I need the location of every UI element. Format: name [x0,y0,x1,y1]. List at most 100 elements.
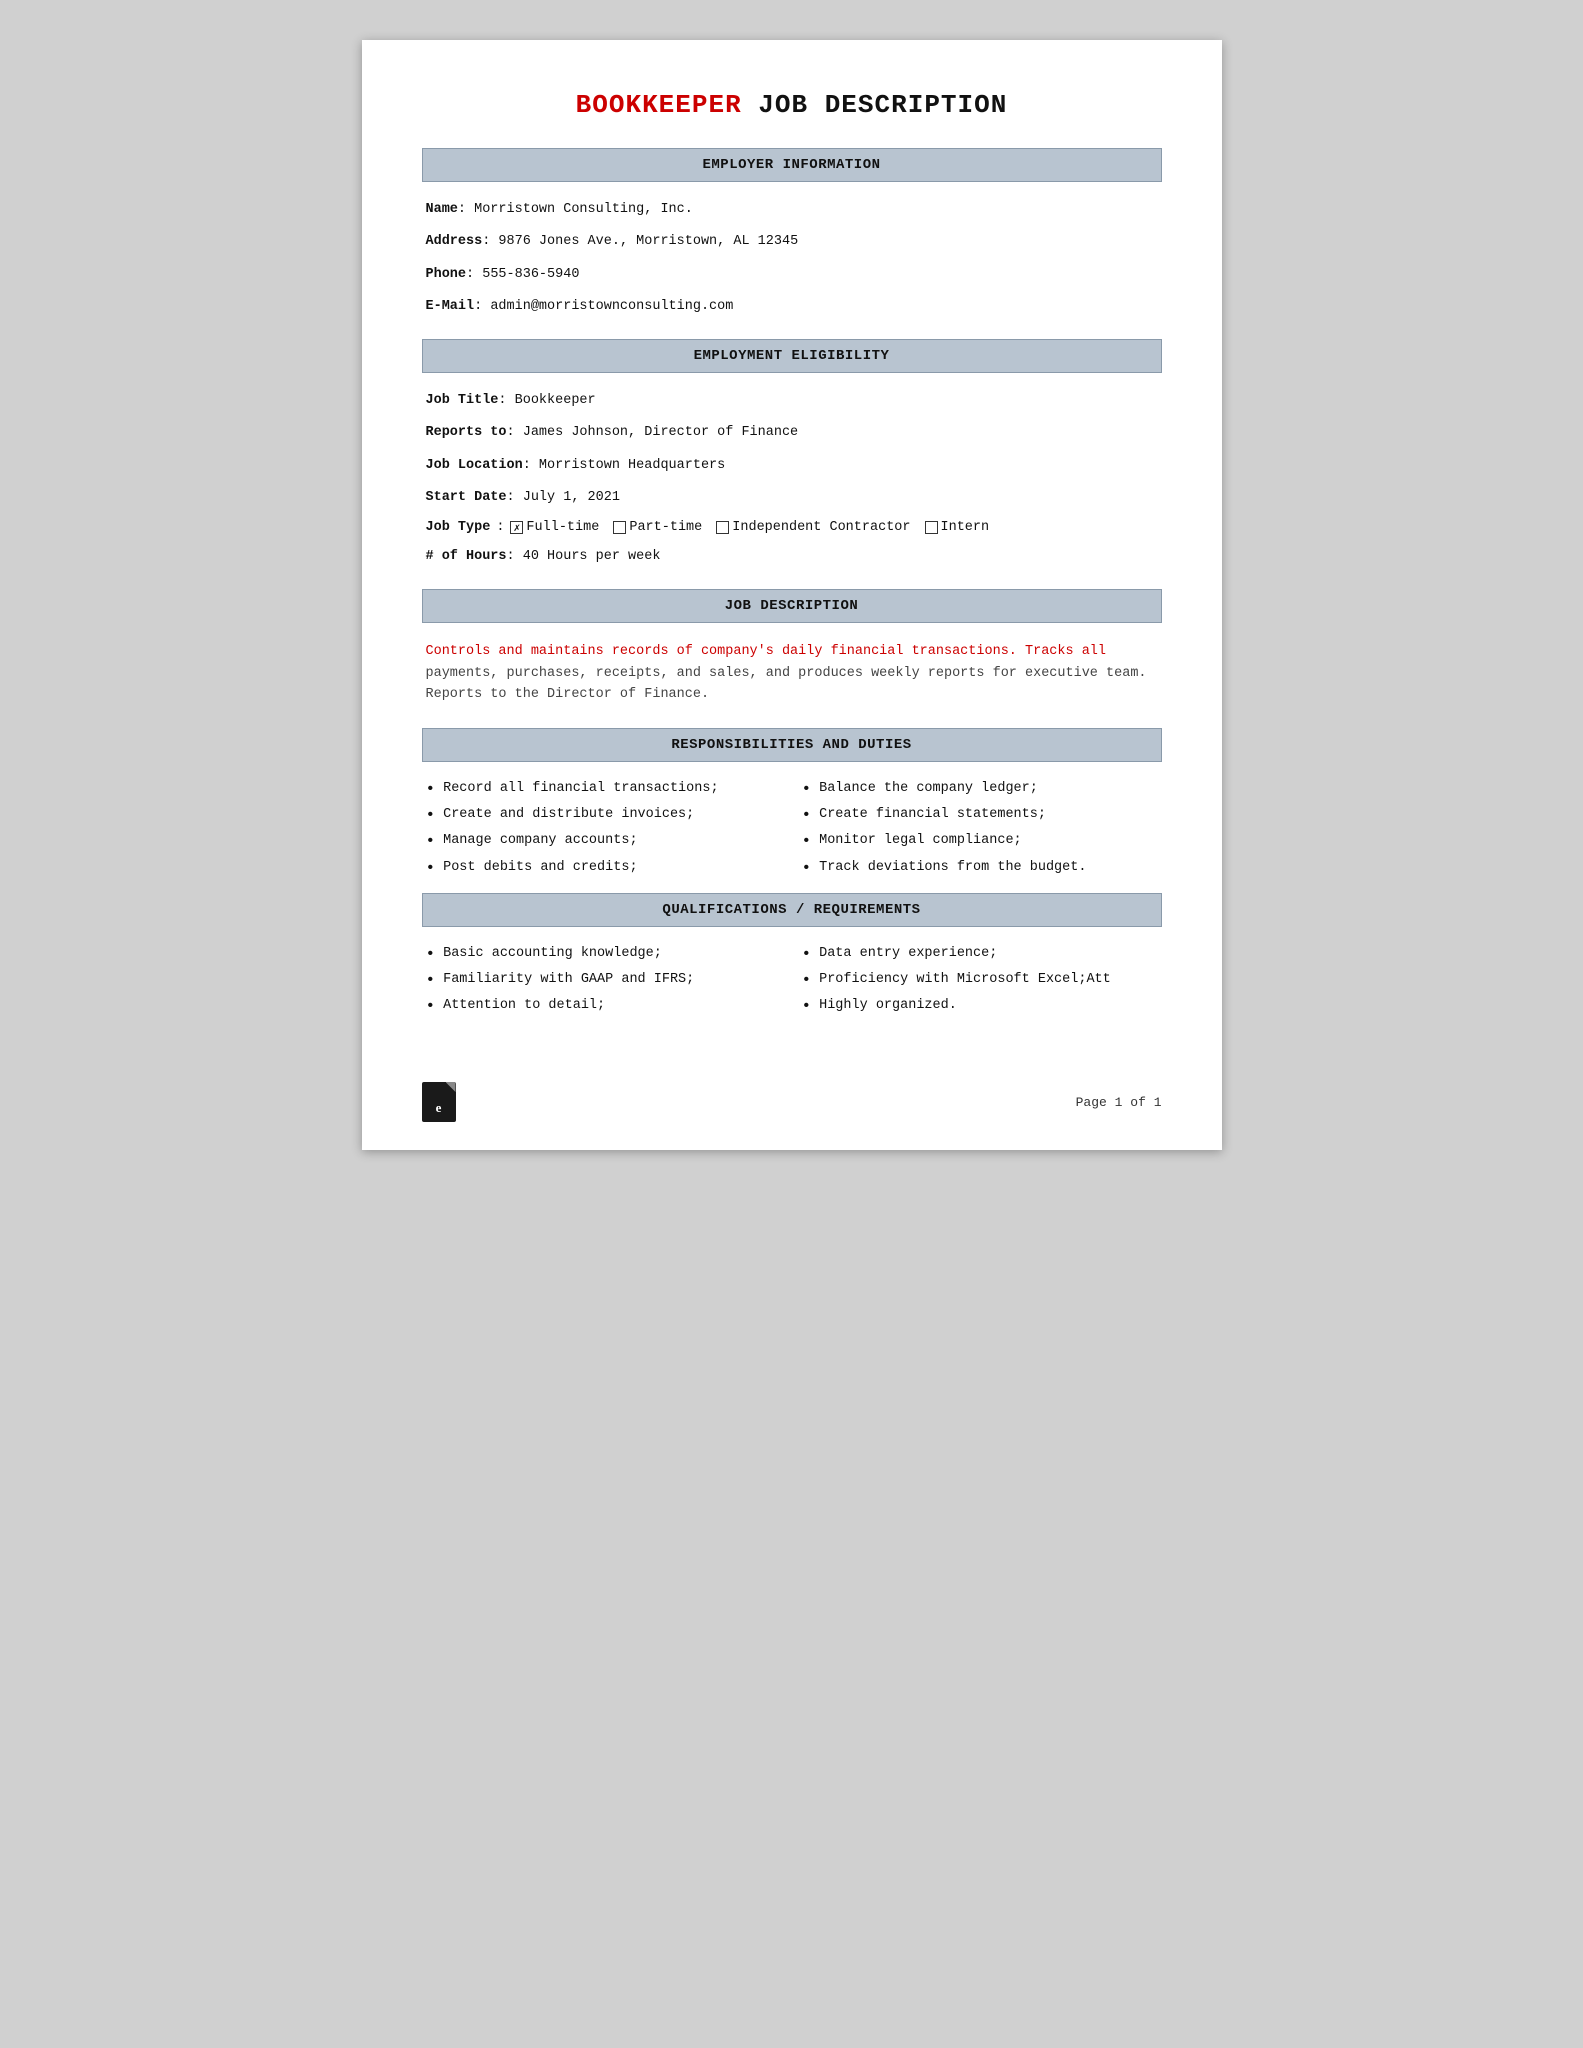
employer-info-header: EMPLOYER INFORMATION [422,148,1162,182]
list-item-text: Proficiency with Microsoft Excel;Att [819,971,1111,990]
address-value: 9876 Jones Ave., Morristown, AL 12345 [498,234,798,249]
list-item: Post debits and credits; [426,859,782,878]
fulltime-option: ✗ Full-time [510,520,599,535]
name-label: Name [426,202,458,217]
of-label: of [1130,1095,1146,1110]
reports-to-field: Reports to: James Johnson, Director of F… [426,423,1158,443]
start-date-label: Start Date [426,490,507,505]
total-pages: 1 [1154,1095,1162,1110]
start-date-field: Start Date: July 1, 2021 [426,488,1158,508]
job-desc-red-text: Controls and maintains records of compan… [426,644,1107,659]
phone-field: Phone: 555-836-5940 [426,265,1158,285]
list-item-text: Create financial statements; [819,806,1046,825]
employment-eligibility-header: EMPLOYMENT ELIGIBILITY [422,339,1162,373]
responsibilities-header: RESPONSIBILITIES AND DUTIES [422,728,1162,762]
name-value: Morristown Consulting, Inc. [474,202,693,217]
name-colon: : [458,202,474,217]
responsibilities-left-list: Record all financial transactions; Creat… [426,780,782,885]
job-description-body: Controls and maintains records of compan… [422,641,1162,706]
phone-value: 555-836-5940 [482,267,579,282]
doc-icon-body: e [422,1082,456,1122]
job-title-value: Bookkeeper [515,393,596,408]
list-item-text: Post debits and credits; [443,859,637,878]
job-type-field: Job Type: ✗ Full-time Part-time Independ… [426,520,1158,535]
qualifications-left-list: Basic accounting knowledge; Familiarity … [426,945,782,1024]
parttime-checkbox [613,521,626,534]
list-item-text: Data entry experience; [819,945,997,964]
employer-info-block: Name: Morristown Consulting, Inc. Addres… [422,200,1162,317]
list-item-text: Balance the company ledger; [819,780,1038,799]
list-item-text: Basic accounting knowledge; [443,945,662,964]
page-number-text: Page 1 of 1 [1076,1095,1162,1110]
list-item-text: Manage company accounts; [443,832,637,851]
job-title-label: Job Title [426,393,499,408]
title-red-part: BOOKKEEPER [576,90,742,120]
address-colon: : [482,234,498,249]
list-item-text: Record all financial transactions; [443,780,718,799]
job-title-field: Job Title: Bookkeeper [426,391,1158,411]
contractor-option: Independent Contractor [716,520,910,535]
doc-icon-fold [446,1082,456,1092]
title-black-part: JOB DESCRIPTION [742,90,1008,120]
doc-icon-letter: e [436,1100,442,1116]
phone-colon: : [466,267,482,282]
email-value: admin@morristownconsulting.com [490,299,733,314]
job-desc-normal-text: payments, purchases, receipts, and sales… [426,666,1147,703]
intern-option: Intern [925,520,990,535]
list-item: Data entry experience; [802,945,1158,964]
hours-label: # of Hours [426,549,507,564]
email-field: E-Mail: admin@morristownconsulting.com [426,297,1158,317]
list-item-text: Monitor legal compliance; [819,832,1022,851]
list-item-text: Familiarity with GAAP and IFRS; [443,971,694,990]
list-item-text: Attention to detail; [443,997,605,1016]
contractor-label: Independent Contractor [732,520,910,535]
job-location-value: Morristown Headquarters [539,458,725,473]
page-title: BOOKKEEPER JOB DESCRIPTION [422,90,1162,120]
email-label: E-Mail [426,299,475,314]
intern-checkbox [925,521,938,534]
list-item: Monitor legal compliance; [802,832,1158,851]
list-item: Create and distribute invoices; [426,806,782,825]
employment-eligibility-block: Job Title: Bookkeeper Reports to: James … [422,391,1162,567]
contractor-checkbox [716,521,729,534]
list-item: Attention to detail; [426,997,782,1016]
job-location-label: Job Location [426,458,523,473]
address-label: Address [426,234,483,249]
list-item: Familiarity with GAAP and IFRS; [426,971,782,990]
page-label: Page [1076,1095,1107,1110]
list-item: Create financial statements; [802,806,1158,825]
hours-value: 40 Hours per week [523,549,661,564]
document-icon: e [422,1082,456,1122]
responsibilities-right-list: Balance the company ledger; Create finan… [802,780,1158,885]
page-number: 1 [1115,1095,1123,1110]
job-type-label: Job Type [426,520,491,535]
intern-label: Intern [941,520,990,535]
list-item: Proficiency with Microsoft Excel;Att [802,971,1158,990]
reports-to-value: James Johnson, Director of Finance [523,425,798,440]
name-field: Name: Morristown Consulting, Inc. [426,200,1158,220]
list-item: Highly organized. [802,997,1158,1016]
list-item-text: Create and distribute invoices; [443,806,694,825]
list-item: Manage company accounts; [426,832,782,851]
parttime-label: Part-time [629,520,702,535]
email-colon: : [474,299,490,314]
list-item-text: Track deviations from the budget. [819,859,1086,878]
list-item: Basic accounting knowledge; [426,945,782,964]
page-footer: e Page 1 of 1 [422,1082,1162,1122]
start-date-value: July 1, 2021 [523,490,620,505]
job-location-field: Job Location: Morristown Headquarters [426,456,1158,476]
responsibilities-list: Record all financial transactions; Creat… [422,780,1162,885]
parttime-option: Part-time [613,520,702,535]
list-item-text: Highly organized. [819,997,957,1016]
reports-to-label: Reports to [426,425,507,440]
list-item: Balance the company ledger; [802,780,1158,799]
address-field: Address: 9876 Jones Ave., Morristown, AL… [426,232,1158,252]
qualifications-list: Basic accounting knowledge; Familiarity … [422,945,1162,1024]
fulltime-label: Full-time [526,520,599,535]
phone-label: Phone [426,267,467,282]
fulltime-checkbox: ✗ [510,521,523,534]
document-page: BOOKKEEPER JOB DESCRIPTION EMPLOYER INFO… [362,40,1222,1150]
list-item: Track deviations from the budget. [802,859,1158,878]
hours-field: # of Hours: 40 Hours per week [426,547,1158,567]
job-description-header: JOB DESCRIPTION [422,589,1162,623]
